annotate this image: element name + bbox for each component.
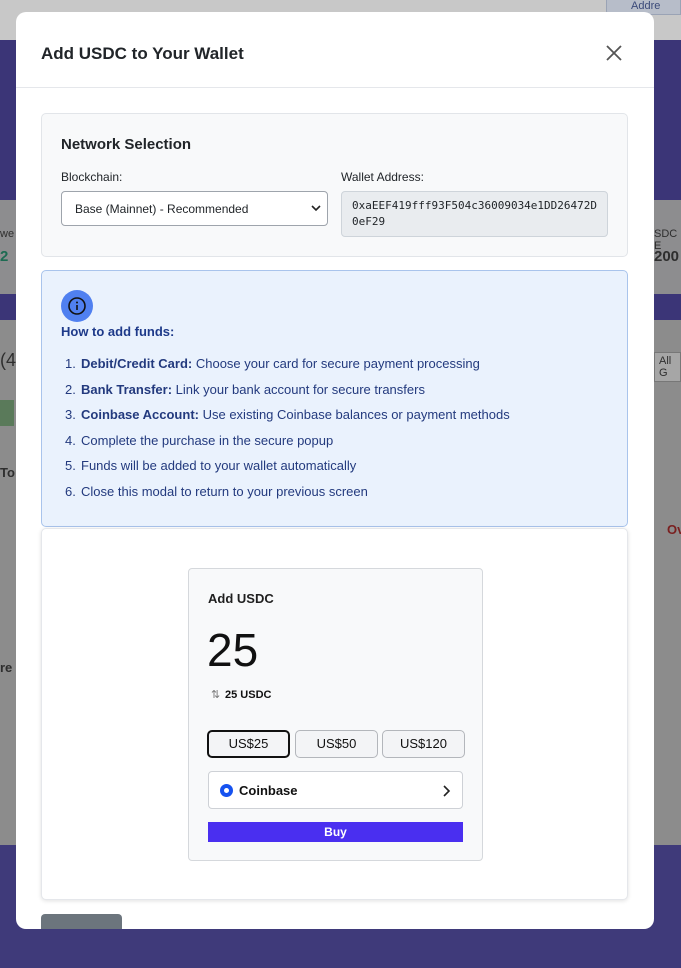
stat-left-value: 2	[0, 248, 9, 265]
payment-provider-selector[interactable]: Coinbase	[208, 771, 463, 809]
list-item: 2. Bank Transfer: Link your bank account …	[65, 381, 425, 397]
preset-50-button[interactable]: US$50	[295, 730, 378, 758]
modal-footer-button[interactable]	[41, 914, 122, 929]
row-status: Ov	[667, 522, 681, 537]
info-icon	[61, 290, 93, 322]
how-to-add-funds-panel: How to add funds: 1. Debit/Credit Card: C…	[41, 270, 628, 527]
card-title: Add USDC	[208, 591, 274, 606]
conversion-value: 25 USDC	[225, 689, 272, 701]
coinbase-logo-icon	[220, 784, 233, 797]
list-item: 4. Complete the purchase in the secure po…	[65, 432, 334, 448]
network-selection-panel: Network Selection Blockchain: Base (Main…	[41, 113, 628, 257]
amount-input[interactable]: 25	[207, 623, 258, 677]
blockchain-label: Blockchain:	[61, 170, 123, 184]
blockchain-select-value: Base (Mainnet) - Recommended	[75, 202, 249, 216]
onramp-widget-frame: Add USDC 25 ⇅ 25 USDC US$25 US$50 US$120 …	[41, 528, 628, 900]
list-item: 6. Close this modal to return to your pre…	[65, 483, 368, 499]
list-item: 5. Funds will be added to your wallet aut…	[65, 458, 357, 474]
chevron-right-icon	[441, 784, 451, 802]
chevron-down-icon	[311, 202, 321, 216]
row-label: To	[0, 465, 15, 480]
info-heading: How to add funds:	[61, 324, 175, 339]
row-thumbnail	[0, 400, 14, 426]
list-item: 1. Debit/Credit Card: Choose your card fo…	[65, 356, 480, 371]
network-title: Network Selection	[61, 136, 192, 153]
provider-name: Coinbase	[239, 783, 298, 798]
wallet-address-label: Wallet Address:	[341, 170, 424, 184]
blockchain-select[interactable]: Base (Mainnet) - Recommended	[61, 191, 328, 226]
add-usdc-card: Add USDC 25 ⇅ 25 USDC US$25 US$50 US$120 …	[188, 568, 483, 861]
filter-select: All G	[654, 352, 681, 382]
preset-25-button[interactable]: US$25	[207, 730, 290, 758]
conversion-display: ⇅ 25 USDC	[211, 688, 271, 701]
buy-button[interactable]: Buy	[208, 822, 463, 842]
swap-arrows-icon[interactable]: ⇅	[211, 688, 225, 701]
stat-left-label: we	[0, 228, 15, 240]
wallet-address-field[interactable]: 0xaEEF419fff93F504c36009034e1DD26472D0eF…	[341, 191, 608, 237]
list-item: 3. Coinbase Account: Use existing Coinbas…	[65, 407, 510, 423]
row2-label: re	[0, 660, 13, 675]
instructions-list: 1. Debit/Credit Card: Choose your card fo…	[61, 355, 510, 509]
add-usdc-modal: Add USDC to Your Wallet Network Selectio…	[16, 12, 654, 929]
close-icon[interactable]	[604, 43, 624, 63]
modal-title: Add USDC to Your Wallet	[41, 44, 244, 63]
modal-header: Add USDC to Your Wallet	[16, 12, 654, 88]
preset-120-button[interactable]: US$120	[382, 730, 465, 758]
stat-right-value: 200	[654, 248, 680, 265]
section-count: (4	[0, 350, 17, 370]
